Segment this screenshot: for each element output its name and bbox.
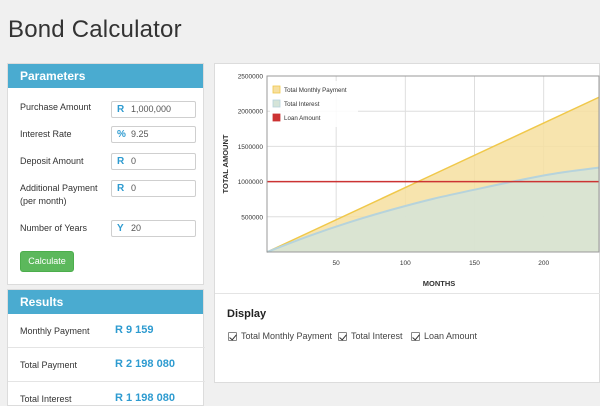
x-tick-label: 200 [538, 260, 549, 267]
purchase-amount-label: Purchase Amount [20, 102, 92, 112]
deposit-amount-label: Deposit Amount [20, 156, 84, 166]
legend-swatch [272, 99, 281, 108]
x-tick-label: 150 [469, 260, 480, 267]
number-of-years-input[interactable]: Y 20 [111, 220, 196, 237]
purchase-amount-value: 1,000,000 [131, 104, 172, 114]
interest-rate-input[interactable]: % 9.25 [111, 126, 196, 143]
toggle-loan-amount[interactable]: Loan Amount [411, 331, 478, 342]
results-heading: Results [8, 290, 203, 314]
total-interest-value: R 1 198 080 [115, 392, 175, 404]
additional-payment-input[interactable]: R 0 [111, 180, 196, 197]
x-axis-title: MONTHS [423, 279, 456, 288]
additional-payment-value: 0 [131, 183, 137, 193]
interest-rate-label: Interest Rate [20, 129, 72, 139]
bond-chart: 500000 1000000 1500000 2000000 2500000 50 100 1… [221, 74, 600, 288]
legend-label: Total Monthly Payment [284, 87, 347, 94]
y-axis-title: TOTAL AMOUNT [221, 134, 230, 193]
legend-label: Loan Amount [284, 115, 321, 122]
deposit-amount-value: 0 [131, 156, 137, 166]
legend-label: Total Interest [284, 101, 320, 108]
page-title: Bond Calculator [8, 16, 182, 43]
checkbox-checked-icon[interactable] [411, 332, 420, 342]
y-tick-label: 1000000 [238, 179, 264, 186]
percent-prefix: % [117, 129, 126, 140]
y-tick-label: 2500000 [238, 74, 264, 81]
legend-swatch [272, 85, 281, 94]
total-payment-value: R 2 198 080 [115, 358, 175, 370]
additional-payment-label: Additional Payment (per month) [20, 182, 98, 208]
monthly-payment-value: R 9 159 [115, 324, 154, 336]
y-tick-label: 500000 [241, 214, 263, 221]
monthly-payment-label: Monthly Payment [20, 326, 90, 336]
toggle-loan-amount-label: Loan Amount [424, 331, 478, 341]
toggle-total-interest[interactable]: Total Interest [338, 331, 403, 342]
parameters-panel: Parameters Purchase Amount R 1,000,000 I… [7, 63, 204, 285]
display-section: Display Total Monthly Payment Total Inte… [215, 293, 600, 384]
checkbox-checked-icon[interactable] [228, 332, 237, 342]
toggle-total-monthly-payment[interactable]: Total Monthly Payment [228, 331, 333, 342]
chart-container: 500000 1000000 1500000 2000000 2500000 50 100 1… [215, 64, 600, 290]
toggle-total-monthly-payment-label: Total Monthly Payment [241, 331, 333, 341]
display-title: Display [227, 308, 267, 320]
legend-swatch [272, 113, 281, 122]
years-prefix: Y [117, 223, 124, 234]
currency-prefix: R [117, 183, 125, 194]
checkbox-checked-icon[interactable] [338, 332, 347, 342]
parameters-heading: Parameters [8, 64, 203, 88]
number-of-years-label: Number of Years [20, 223, 88, 233]
y-tick-label: 2000000 [238, 109, 264, 116]
currency-prefix: R [117, 104, 125, 115]
additional-payment-label-line1: Additional Payment [20, 183, 98, 193]
total-interest-label: Total Interest [20, 394, 72, 404]
total-payment-label: Total Payment [20, 360, 78, 370]
result-row-total-interest: Total Interest R 1 198 080 [8, 382, 205, 406]
result-row-total-payment: Total Payment R 2 198 080 [8, 348, 205, 382]
result-row-monthly-payment: Monthly Payment R 9 159 [8, 314, 205, 348]
chart-panel: 500000 1000000 1500000 2000000 2500000 50 100 1… [214, 63, 600, 383]
purchase-amount-input[interactable]: R 1,000,000 [111, 101, 196, 118]
additional-payment-label-line2: (per month) [20, 196, 67, 206]
deposit-amount-input[interactable]: R 0 [111, 153, 196, 170]
interest-rate-value: 9.25 [131, 129, 149, 139]
number-of-years-value: 20 [131, 223, 142, 233]
toggle-total-interest-label: Total Interest [351, 331, 403, 341]
x-tick-label: 100 [400, 260, 411, 267]
currency-prefix: R [117, 156, 125, 167]
results-panel: Results Monthly Payment R 9 159 Total Pa… [7, 289, 205, 406]
calculate-button[interactable]: Calculate [20, 251, 74, 272]
y-tick-label: 1500000 [238, 144, 264, 151]
x-tick-label: 50 [333, 260, 341, 267]
